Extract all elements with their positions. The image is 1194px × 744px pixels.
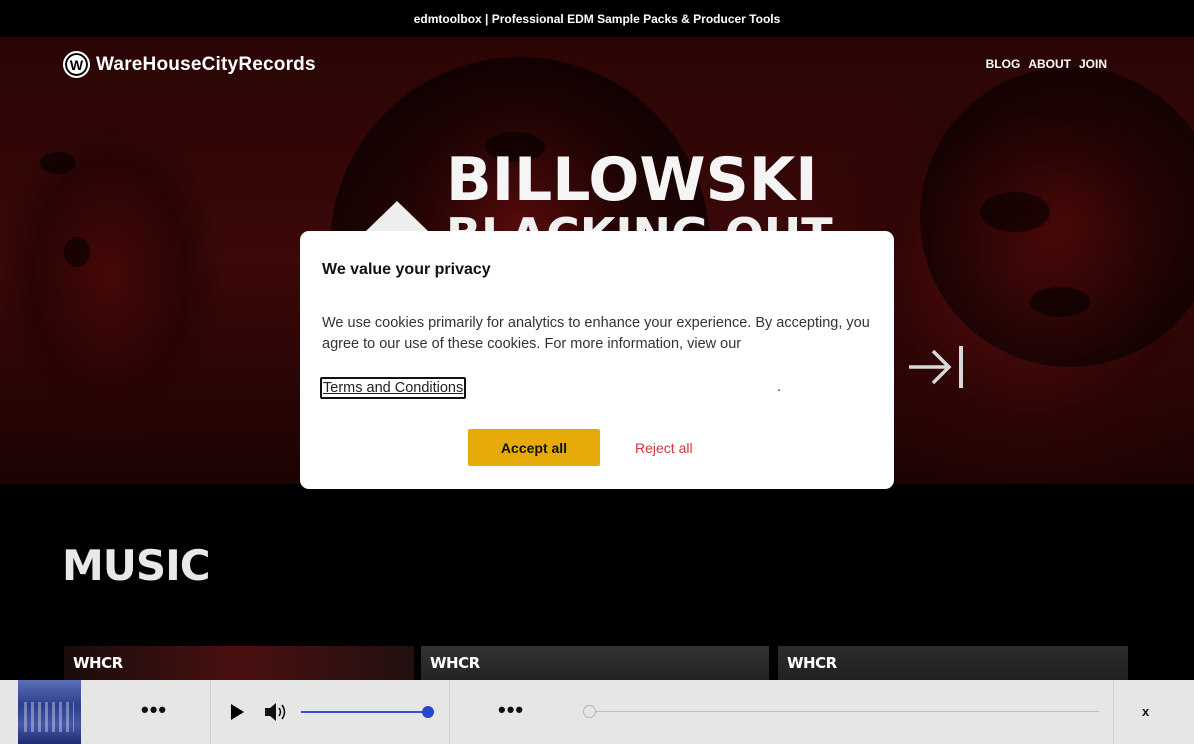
top-banner-text[interactable]: edmtoolbox | Professional EDM Sample Pac… bbox=[414, 12, 781, 26]
card-label: WHCR bbox=[430, 654, 480, 672]
hero-shadow bbox=[980, 192, 1050, 232]
close-player-button[interactable]: x bbox=[1142, 704, 1149, 719]
brand-logo[interactable]: W WareHouseCityRecords bbox=[63, 51, 316, 78]
arrow-right-to-bar-icon[interactable] bbox=[905, 343, 965, 391]
nav-link-blog[interactable]: BLOG bbox=[986, 57, 1021, 71]
card-label: WHCR bbox=[787, 654, 837, 672]
play-icon[interactable] bbox=[231, 704, 244, 720]
cookie-dialog-title: We value your privacy bbox=[322, 261, 491, 278]
seek-bar-handle[interactable] bbox=[583, 705, 596, 718]
divider bbox=[1113, 680, 1114, 744]
hero-disc bbox=[920, 67, 1194, 367]
hero-title: BILLOWSKI bbox=[446, 145, 818, 215]
brand-name[interactable]: WareHouseCityRecords bbox=[96, 54, 316, 76]
nav-link-join[interactable]: JOIN bbox=[1079, 57, 1107, 71]
hero-shadow bbox=[40, 152, 76, 174]
hero-triangle-graphic bbox=[366, 201, 428, 231]
hero-shadow bbox=[64, 237, 90, 267]
track-thumbnail[interactable] bbox=[18, 680, 81, 744]
volume-icon[interactable] bbox=[264, 702, 288, 722]
music-heading: MUSIC bbox=[62, 541, 211, 590]
cookie-consent-dialog: We value your privacy We use cookies pri… bbox=[300, 231, 894, 489]
nav-link-about[interactable]: ABOUT bbox=[1028, 57, 1071, 71]
track-menu-button[interactable]: ••• bbox=[141, 699, 167, 721]
accept-all-button[interactable]: Accept all bbox=[468, 429, 600, 466]
main-nav: BLOG ABOUT JOIN bbox=[986, 57, 1107, 71]
card-label: WHCR bbox=[73, 654, 123, 672]
divider bbox=[449, 680, 450, 744]
seek-bar-track[interactable] bbox=[589, 711, 1099, 712]
terms-link-suffix: . bbox=[777, 379, 782, 395]
volume-slider-handle[interactable] bbox=[422, 706, 434, 718]
top-banner[interactable]: edmtoolbox | Professional EDM Sample Pac… bbox=[0, 0, 1194, 37]
reject-all-button[interactable]: Reject all bbox=[635, 440, 693, 456]
terms-link-text[interactable]: Terms and Conditions bbox=[323, 380, 463, 396]
cookie-dialog-body: We use cookies primarily for analytics t… bbox=[322, 315, 870, 352]
logo-icon[interactable]: W bbox=[63, 51, 90, 78]
hero-shadow bbox=[1030, 287, 1090, 317]
volume-slider-track[interactable] bbox=[301, 711, 428, 713]
divider bbox=[210, 680, 211, 744]
queue-menu-button[interactable]: ••• bbox=[498, 699, 524, 721]
audio-player-bar: ••• ••• x bbox=[0, 680, 1194, 744]
terms-and-conditions-link[interactable]: Terms and Conditions bbox=[320, 377, 467, 399]
